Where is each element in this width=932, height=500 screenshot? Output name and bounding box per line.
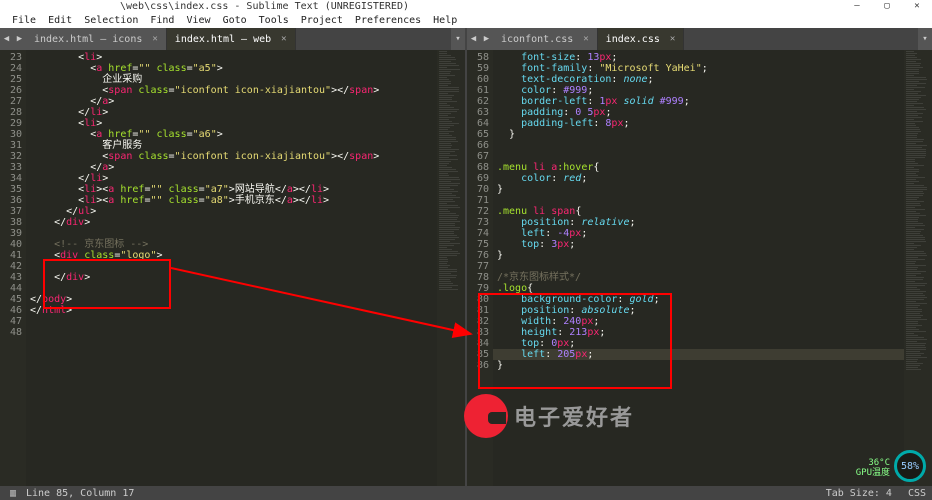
menu-preferences[interactable]: Preferences <box>349 15 427 26</box>
watermark-text: 电子爱好者 <box>514 400 634 432</box>
history-arrows: ◀ ▶ <box>0 28 26 50</box>
left-gutter: 2324252627282930313233343536373839404142… <box>0 50 26 486</box>
menubar: FileEditSelectionFindViewGotoToolsProjec… <box>0 12 932 28</box>
left-code[interactable]: <li> <a href="" class="a5"> 企业采购 <span c… <box>30 50 453 486</box>
history-forward-icon[interactable]: ▶ <box>13 28 26 50</box>
right-minimap[interactable] <box>904 50 932 486</box>
menu-view[interactable]: View <box>180 15 216 26</box>
history-arrows-right: ◀ ▶ <box>467 28 493 50</box>
statusbar: ▥ Line 85, Column 17 Tab Size: 4 CSS <box>0 486 932 500</box>
status-tabsize[interactable]: Tab Size: 4 <box>826 488 892 499</box>
minimize-button[interactable]: — <box>842 0 872 12</box>
tab-label: index.html — web <box>175 34 271 45</box>
status-syntax[interactable]: CSS <box>908 488 926 499</box>
tab-label: index.html — icons <box>34 34 142 45</box>
window-controls: — ▢ ✕ <box>842 0 932 12</box>
menu-project[interactable]: Project <box>295 15 349 26</box>
close-icon[interactable]: ✕ <box>583 34 588 44</box>
status-linecol: Line 85, Column 17 <box>26 488 134 499</box>
menu-help[interactable]: Help <box>427 15 463 26</box>
maximize-button[interactable]: ▢ <box>872 0 902 12</box>
menu-find[interactable]: Find <box>144 15 180 26</box>
watermark: 电子爱好者 <box>464 394 634 438</box>
menu-selection[interactable]: Selection <box>78 15 144 26</box>
left-pane: ◀ ▶ index.html — icons ✕ index.html — web ✕… <box>0 28 465 486</box>
left-minimap[interactable] <box>437 50 465 486</box>
tab-label: index.css <box>606 34 660 45</box>
tab-dropdown-icon[interactable]: ▾ <box>918 28 932 50</box>
tab[interactable]: iconfont.css ✕ <box>493 28 598 50</box>
gpu-temp-label: 36°CGPU温度 <box>856 458 890 478</box>
close-icon[interactable]: ✕ <box>281 34 286 44</box>
watermark-logo-icon <box>464 394 508 438</box>
right-tabbar: ◀ ▶ iconfont.css ✕ index.css ✕ ▾ <box>467 28 932 50</box>
sidebar-toggle-icon[interactable]: ▥ <box>6 488 20 498</box>
close-icon[interactable]: ✕ <box>670 34 675 44</box>
history-back-icon[interactable]: ◀ <box>467 28 480 50</box>
left-tabbar: ◀ ▶ index.html — icons ✕ index.html — web ✕… <box>0 28 465 50</box>
history-back-icon[interactable]: ◀ <box>0 28 13 50</box>
tab-dropdown-icon[interactable]: ▾ <box>451 28 465 50</box>
tab-label: iconfont.css <box>501 34 573 45</box>
tab[interactable]: index.css ✕ <box>598 28 685 50</box>
tab[interactable]: index.html — icons ✕ <box>26 28 167 50</box>
titlebar: \web\css\index.css - Sublime Text (UNREG… <box>0 0 932 12</box>
menu-file[interactable]: File <box>6 15 42 26</box>
titlebar-path: \web\css\index.css - Sublime Text (UNREG… <box>120 1 409 12</box>
menu-tools[interactable]: Tools <box>253 15 295 26</box>
window-root: { "titlebar": { "path": "\\web\\css\\ind… <box>0 0 932 500</box>
close-icon[interactable]: ✕ <box>152 34 157 44</box>
history-forward-icon[interactable]: ▶ <box>480 28 493 50</box>
close-button[interactable]: ✕ <box>902 0 932 12</box>
performance-gauge: 58% <box>894 450 926 482</box>
menu-edit[interactable]: Edit <box>42 15 78 26</box>
tab[interactable]: index.html — web ✕ <box>167 28 296 50</box>
menu-goto[interactable]: Goto <box>217 15 253 26</box>
